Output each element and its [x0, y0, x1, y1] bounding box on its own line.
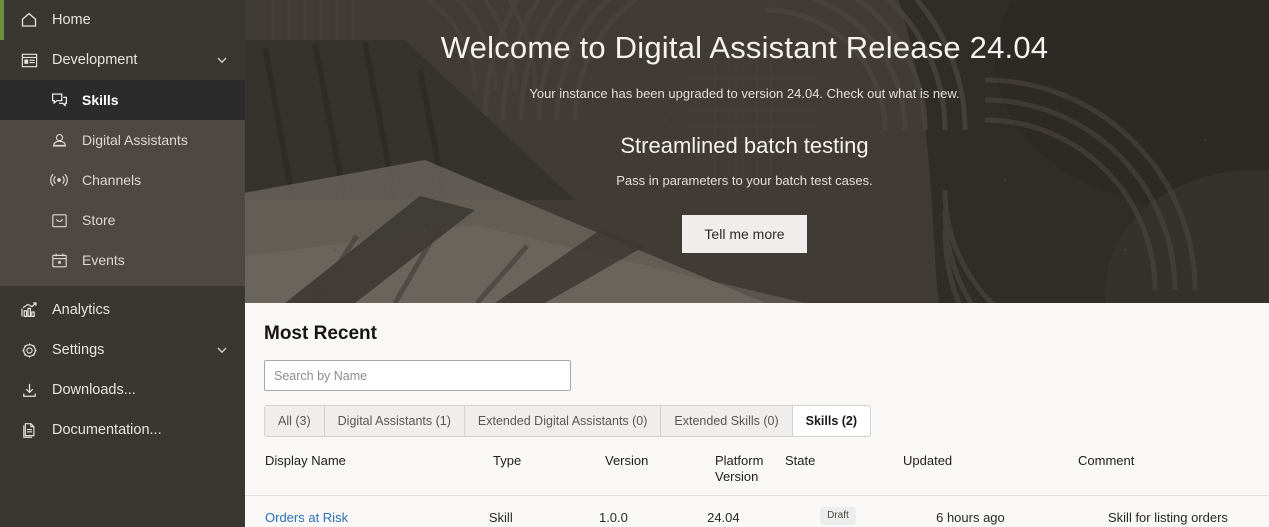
- page-title: Most Recent: [264, 323, 377, 344]
- column-header-platform-version[interactable]: Platform Version: [709, 449, 779, 495]
- column-header-updated[interactable]: Updated: [897, 449, 1072, 479]
- sidebar-item-skills-label: Skills: [82, 92, 119, 108]
- banner-subtitle: Your instance has been upgraded to versi…: [529, 86, 960, 101]
- banner-feature-subtitle: Pass in parameters to your batch test ca…: [616, 173, 873, 188]
- most-recent-panel: Most Recent All (3) Digital Assistants (…: [245, 303, 1269, 527]
- banner-title: Welcome to Digital Assistant Release 24.…: [440, 30, 1049, 65]
- home-icon: [18, 9, 40, 31]
- sidebar-bottom-section: Analytics Settings Downloads... Document…: [0, 286, 245, 450]
- gear-icon: [18, 339, 40, 361]
- sidebar-item-store[interactable]: Store: [0, 200, 245, 240]
- chevron-down-icon: [215, 343, 229, 357]
- column-header-display-name[interactable]: Display Name: [259, 449, 487, 479]
- welcome-banner: Welcome to Digital Assistant Release 24.…: [245, 0, 1269, 303]
- cell-comment: Skill for listing orders: [1108, 509, 1228, 525]
- recent-items-table: Display Name Type Version Platform Versi…: [245, 449, 1269, 525]
- search-input[interactable]: [264, 360, 571, 391]
- sidebar-item-analytics[interactable]: Analytics: [0, 290, 245, 330]
- development-icon: [18, 49, 40, 71]
- tell-me-more-button[interactable]: Tell me more: [682, 215, 807, 253]
- banner-content: Welcome to Digital Assistant Release 24.…: [245, 0, 1269, 303]
- skill-link-orders-at-risk[interactable]: Orders at Risk: [265, 510, 348, 525]
- table-row[interactable]: Orders at Risk Skill 1.0.0 24.04 Draft 6…: [245, 496, 1269, 526]
- skills-icon: [48, 89, 70, 111]
- banner-feature-title: Streamlined batch testing: [620, 133, 869, 158]
- cell-state: Draft: [814, 496, 930, 525]
- sidebar-item-events[interactable]: Events: [0, 240, 245, 280]
- table-header-row: Display Name Type Version Platform Versi…: [245, 449, 1269, 496]
- cell-type: Skill: [488, 509, 513, 525]
- sidebar-development-submenu: Skills Digital Assistants Channels Store…: [0, 80, 245, 286]
- column-header-state[interactable]: State: [779, 449, 897, 479]
- cell-version: 1.0.0: [598, 509, 628, 525]
- application-root: Home Development Skills Digital Assistan…: [0, 0, 1269, 527]
- sidebar-item-channels[interactable]: Channels: [0, 160, 245, 200]
- cell-display-name: Orders at Risk: [259, 496, 483, 526]
- sidebar-item-home[interactable]: Home: [0, 0, 245, 40]
- sidebar-item-skills[interactable]: Skills: [0, 80, 245, 120]
- store-icon: [48, 209, 70, 231]
- sidebar: Home Development Skills Digital Assistan…: [0, 0, 245, 527]
- sidebar-group-development-label: Development: [52, 51, 138, 68]
- cell-updated: 6 hours ago: [936, 509, 1005, 525]
- tab-extended-skills[interactable]: Extended Skills (0): [661, 406, 793, 436]
- sidebar-item-digital-assistants-label: Digital Assistants: [82, 132, 188, 148]
- column-header-version[interactable]: Version: [599, 449, 709, 479]
- sidebar-item-analytics-label: Analytics: [52, 301, 111, 318]
- events-icon: [48, 249, 70, 271]
- cell-platform-version: 24.04: [707, 509, 740, 525]
- sidebar-item-settings[interactable]: Settings: [0, 330, 245, 370]
- chevron-down-icon: [215, 53, 229, 67]
- tab-extended-digital-assistants[interactable]: Extended Digital Assistants (0): [464, 406, 662, 436]
- sidebar-top-section: Home: [0, 0, 245, 40]
- documentation-icon: [18, 419, 40, 441]
- sidebar-item-events-label: Events: [82, 252, 125, 268]
- status-badge: Draft: [820, 506, 856, 525]
- search-container: [264, 360, 1269, 391]
- sidebar-item-digital-assistants[interactable]: Digital Assistants: [0, 120, 245, 160]
- sidebar-item-store-label: Store: [82, 212, 116, 228]
- sidebar-item-channels-label: Channels: [82, 172, 142, 188]
- digital-assistants-icon: [48, 129, 70, 151]
- sidebar-item-downloads-label: Downloads...: [52, 381, 136, 398]
- column-header-type[interactable]: Type: [487, 449, 599, 479]
- download-icon: [18, 379, 40, 401]
- filter-tabs: All (3) Digital Assistants (1) Extended …: [264, 405, 872, 437]
- sidebar-item-documentation-label: Documentation...: [52, 421, 162, 438]
- tab-skills[interactable]: Skills (2): [792, 406, 871, 436]
- sidebar-item-downloads[interactable]: Downloads...: [0, 370, 245, 410]
- sidebar-group-development[interactable]: Development: [0, 40, 245, 80]
- sidebar-item-documentation[interactable]: Documentation...: [0, 410, 245, 450]
- tab-all[interactable]: All (3): [265, 406, 325, 436]
- analytics-icon: [18, 299, 40, 321]
- channels-icon: [48, 169, 70, 191]
- column-header-comment[interactable]: Comment: [1072, 449, 1242, 479]
- sidebar-item-settings-label: Settings: [52, 341, 105, 358]
- tab-digital-assistants[interactable]: Digital Assistants (1): [324, 406, 465, 436]
- sidebar-item-home-label: Home: [52, 11, 91, 28]
